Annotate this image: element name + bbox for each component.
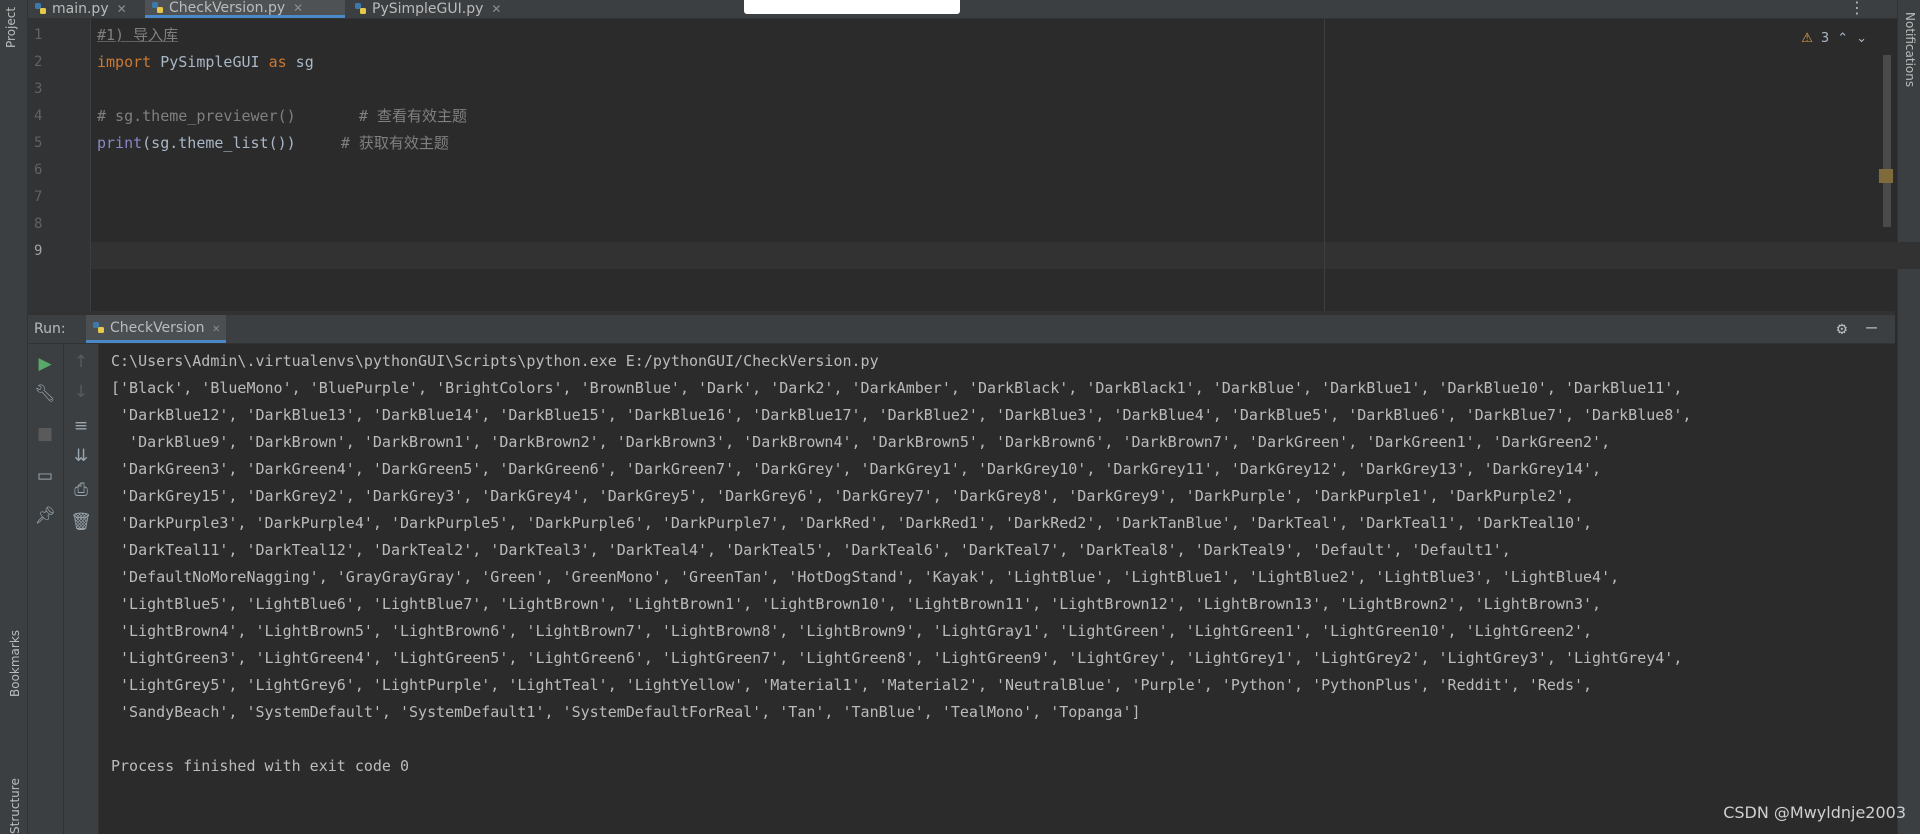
inspection-widget[interactable]: ⚠ 3 ⌃ ⌄ [1801,31,1867,46]
console-line: 'DarkPurple3', 'DarkPurple4', 'DarkPurpl… [111,514,1593,532]
code-line-5: print(sg.theme_list()) # 获取有效主题 [97,130,449,157]
python-file-icon [93,321,104,333]
tab-checkversion-py[interactable]: CheckVersion.py ✕ [145,0,345,18]
line-number: 5 [34,135,43,151]
line-number-gutter: 1 2 3 4 5 6 7 8 9 [28,19,91,311]
more-options-icon[interactable]: ⋮ [1849,0,1865,17]
builtin-print: print [97,134,143,152]
tab-label: PySimpleGUI.py [372,1,484,17]
module-alias: sg [286,53,314,71]
code-line-2: import PySimpleGUI as sg [97,49,314,76]
wrench-icon[interactable]: 🔧︎ [28,384,62,404]
error-stripe-marker[interactable] [1879,169,1893,183]
line-number: 3 [34,81,43,97]
left-tool-strip: Project Bookmarks Structure [0,0,28,834]
console-line: Process finished with exit code 0 [111,757,410,775]
line-number: 4 [34,108,43,124]
call-args: (sg.theme_list()) [142,134,296,152]
warning-icon: ⚠ [1801,31,1813,46]
project-tool-button[interactable]: Project [4,7,18,48]
console-line: 'DarkBlue9', 'DarkBrown', 'DarkBrown1', … [111,433,1611,451]
run-config-tab[interactable]: CheckVersion ✕ [86,315,226,343]
watermark-text: CSDN @Mwyldnje2003 [1723,803,1906,822]
soft-wrap-icon[interactable]: ≡ [64,416,98,436]
console-line: ['Black', 'BlueMono', 'BluePurple', 'Bri… [111,379,1683,397]
run-toolbar-primary: ▶ 🔧︎ ■ ▭ 📌︎ [28,344,64,834]
console-line: 'DefaultNoMoreNagging', 'GrayGrayGray', … [111,568,1620,586]
line-number: 2 [34,54,43,70]
previous-highlight-icon[interactable]: ⌃ [1837,31,1848,46]
gear-icon[interactable]: ⚙ [1837,319,1847,339]
console-line: 'LightGrey5', 'LightGrey6', 'LightPurple… [111,676,1593,694]
right-margin-guide [1324,19,1325,311]
tab-label: main.py [52,1,109,17]
console-line: 'LightBrown4', 'LightBrown5', 'LightBrow… [111,622,1593,640]
notifications-tool-button[interactable]: Notifications [1903,12,1917,87]
keyword-as: as [268,53,287,71]
line-number: 7 [34,189,43,205]
down-arrow-icon[interactable]: ↓ [64,382,98,402]
editor-tab-bar: main.py ✕ CheckVersion.py ✕ PySimpleGUI.… [28,0,1897,19]
right-tool-strip: Notifications [1897,0,1920,834]
python-file-icon [35,3,46,14]
floating-input-toolbar[interactable] [744,0,960,14]
console-line: 'DarkGrey15', 'DarkGrey2', 'DarkGrey3', … [111,487,1574,505]
tab-label: CheckVersion.py [169,0,286,16]
stop-icon[interactable]: ■ [28,424,62,444]
run-label: Run: [34,321,66,337]
line-number: 9 [34,243,43,259]
run-toolbar-secondary: ↑ ↓ ≡ ⇊ ⎙ 🗑︎ [64,344,99,834]
inline-comment: # 获取有效主题 [295,134,449,152]
tab-main-py[interactable]: main.py ✕ [28,0,143,18]
close-icon[interactable]: ✕ [293,1,303,15]
console-line: 'DarkGreen3', 'DarkGreen4', 'DarkGreen5'… [111,460,1602,478]
pin-icon[interactable]: 📌︎ [28,506,62,526]
run-console-output[interactable]: C:\Users\Admin\.virtualenvs\pythonGUI\Sc… [99,344,1897,834]
code-line-4: # sg.theme_previewer() # 查看有效主题 [97,107,467,125]
next-highlight-icon[interactable]: ⌄ [1856,31,1867,46]
print-icon[interactable]: ⎙ [64,480,98,500]
close-icon[interactable]: ✕ [213,321,220,335]
module-name: PySimpleGUI [151,53,269,71]
current-line-highlight [91,242,1920,269]
structure-tool-button[interactable]: Structure [8,778,22,834]
close-icon[interactable]: ✕ [117,2,127,16]
rerun-icon[interactable]: ▶ [28,354,62,374]
bookmarks-tool-button[interactable]: Bookmarks [8,630,22,697]
console-line: 'DarkTeal11', 'DarkTeal12', 'DarkTeal2',… [111,541,1511,559]
line-number: 1 [34,27,43,43]
close-icon[interactable]: ✕ [491,2,501,16]
console-line: 'SandyBeach', 'SystemDefault', 'SystemDe… [111,703,1141,721]
python-file-icon [355,3,366,14]
run-tab-label: CheckVersion [110,319,205,336]
editor-scrollbar[interactable] [1883,55,1891,227]
tab-pysimplegui-py[interactable]: PySimpleGUI.py ✕ [348,0,528,18]
warning-count: 3 [1820,31,1830,46]
console-line: 'LightGreen3', 'LightGreen4', 'LightGree… [111,649,1683,667]
scroll-to-end-icon[interactable]: ⇊ [64,446,98,466]
console-line: C:\Users\Admin\.virtualenvs\pythonGUI\Sc… [111,352,879,370]
trash-icon[interactable]: 🗑︎ [64,512,98,532]
run-tool-window-header: Run: CheckVersion ✕ ⚙ — [28,315,1895,344]
keyword-import: import [97,53,152,71]
code-editor[interactable]: 1 2 3 4 5 6 7 8 9 #1) 导入库 import PySimpl… [28,19,1920,311]
python-file-icon [152,1,163,13]
line-number: 6 [34,162,43,178]
console-line: 'LightBlue5', 'LightBlue6', 'LightBlue7'… [111,595,1602,613]
console-line: 'DarkBlue12', 'DarkBlue13', 'DarkBlue14'… [111,406,1692,424]
layout-icon[interactable]: ▭ [28,466,62,486]
up-arrow-icon[interactable]: ↑ [64,352,98,372]
code-line-1: #1) 导入库 [97,26,179,44]
line-number: 8 [34,216,43,232]
minimize-icon[interactable]: — [1866,317,1877,338]
